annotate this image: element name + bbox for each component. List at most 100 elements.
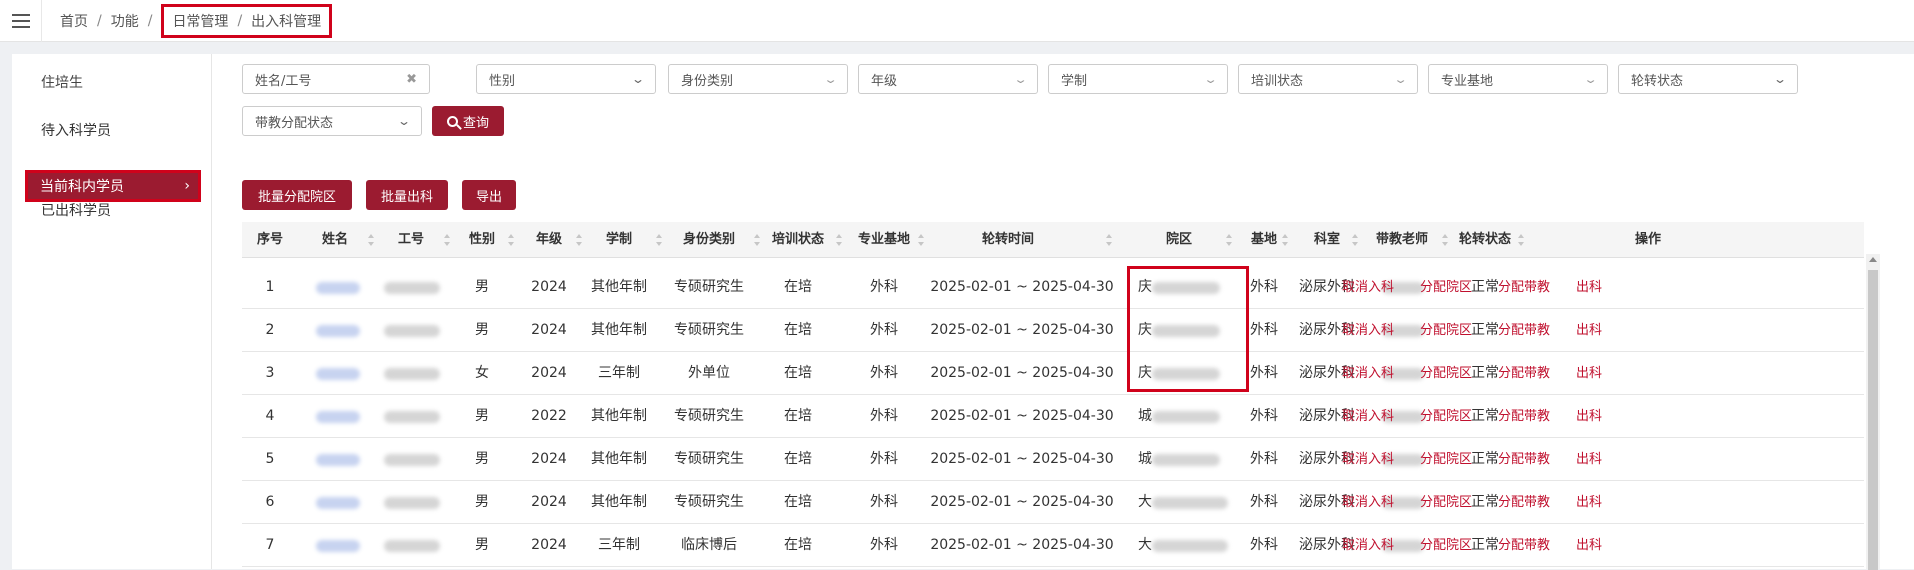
base-select[interactable]: 专业基地 ⌄ [1428,64,1608,94]
sort-icon[interactable] [1518,234,1524,246]
departure-link[interactable]: 出科 [1576,524,1602,567]
scrollbar-thumb[interactable] [1868,270,1878,570]
sidebar-item-pending[interactable]: 待入科学员 [41,120,111,140]
cell-gender: 男 [475,408,489,424]
assign-mentor-link[interactable]: 分配带教 [1498,438,1550,481]
col-header-training[interactable]: 培训状态 [760,222,836,258]
clear-icon[interactable]: ✖ [406,72,417,87]
name-link[interactable] [316,454,360,466]
col-header-id[interactable]: 工号 [376,222,446,258]
cancel-entry-link[interactable]: 取消入科 [1342,352,1394,395]
sort-icon[interactable] [918,234,924,246]
departure-link[interactable]: 出科 [1576,266,1602,309]
hamburger-menu-icon[interactable] [0,0,42,42]
breadcrumb-daily[interactable]: 日常管理 [172,11,228,31]
assign-mentor-link[interactable]: 分配带教 [1498,524,1550,567]
assign-mentor-link[interactable]: 分配带教 [1498,395,1550,438]
assign-mentor-link[interactable]: 分配带教 [1498,352,1550,395]
sort-icon[interactable] [1282,234,1288,246]
sort-icon[interactable] [1352,234,1358,246]
departure-link[interactable]: 出科 [1576,438,1602,481]
name-link[interactable] [316,368,360,380]
name-link[interactable] [316,497,360,509]
name-link[interactable] [316,540,360,552]
system-select[interactable]: 学制 ⌄ [1048,64,1228,94]
assign-campus-link[interactable]: 分配院区 [1420,438,1472,481]
col-header-status[interactable]: 轮转状态 [1450,222,1520,258]
departure-link[interactable]: 出科 [1576,481,1602,524]
identity-select[interactable]: 身份类别 ⌄ [668,64,848,94]
assign-mentor-link[interactable]: 分配带教 [1498,309,1550,352]
cell-grade: 2024 [531,537,567,553]
col-header-mentor[interactable]: 带教老师 [1362,222,1442,258]
table-row[interactable]: 2 男 2024 其他年制 专硕研究生 在培 外科 2025-02-01 ~ 2025-04-… [242,309,1864,352]
name-link[interactable] [316,282,360,294]
query-button[interactable]: 查询 [432,106,504,136]
breadcrumb-home[interactable]: 首页 [60,11,88,31]
batch-departure-button[interactable]: 批量出科 [366,180,448,210]
campus-redacted [1152,454,1220,466]
name-link[interactable] [316,411,360,423]
col-header-dept[interactable]: 科室 [1294,222,1360,258]
name-link[interactable] [316,325,360,337]
departure-link[interactable]: 出科 [1576,395,1602,438]
scroll-up-icon[interactable] [1869,257,1877,262]
sort-icon[interactable] [508,234,514,246]
assign-campus-link[interactable]: 分配院区 [1420,395,1472,438]
col-header-campus[interactable]: 院区 [1124,222,1234,258]
table-row[interactable]: 7 男 2024 三年制 临床博后 在培 外科 2025-02-01 ~ 2025-04-30… [242,524,1864,567]
table-scrollbar[interactable] [1866,254,1880,570]
col-header-grade[interactable]: 年级 [518,222,580,258]
sidebar-item-current[interactable]: 当前科内学员 › [25,170,201,202]
cell-no: 3 [265,365,275,381]
assign-campus-link[interactable]: 分配院区 [1420,309,1472,352]
col-header-name[interactable]: 姓名 [300,222,370,258]
breadcrumb-function[interactable]: 功能 [111,11,139,31]
cell-system: 其他年制 [591,322,647,338]
col-header-base[interactable]: 专业基地 [846,222,922,258]
grade-select[interactable]: 年级 ⌄ [858,64,1038,94]
col-header-gender[interactable]: 性别 [452,222,512,258]
col-header-system[interactable]: 学制 [584,222,654,258]
assign-mentor-link[interactable]: 分配带教 [1498,481,1550,524]
cancel-entry-link[interactable]: 取消入科 [1342,524,1394,567]
sidebar-item-departed[interactable]: 已出科学员 [41,200,111,220]
cell-grade: 2024 [531,365,567,381]
cell-gender: 女 [475,365,489,381]
name-search-input[interactable]: 姓名/工号 ✖ [242,64,430,94]
rotation-status-select[interactable]: 轮转状态 ⌄ [1618,64,1798,94]
sort-icon[interactable] [656,234,662,246]
sort-icon[interactable] [368,234,374,246]
table-row[interactable]: 6 男 2024 其他年制 专硕研究生 在培 外科 2025-02-01 ~ 2025-04-… [242,481,1864,524]
assign-mentor-link[interactable]: 分配带教 [1498,266,1550,309]
col-header-time[interactable]: 轮转时间 [928,222,1088,258]
cancel-entry-link[interactable]: 取消入科 [1342,481,1394,524]
cancel-entry-link[interactable]: 取消入科 [1342,309,1394,352]
cancel-entry-link[interactable]: 取消入科 [1342,395,1394,438]
assign-campus-link[interactable]: 分配院区 [1420,266,1472,309]
departure-link[interactable]: 出科 [1576,309,1602,352]
cell-training: 在培 [784,279,812,295]
sort-icon[interactable] [1226,234,1232,246]
table-row[interactable]: 4 男 2022 其他年制 专硕研究生 在培 外科 2025-02-01 ~ 2025-04-… [242,395,1864,438]
gender-select[interactable]: 性别 ⌄ [476,64,656,94]
departure-link[interactable]: 出科 [1576,352,1602,395]
mentor-status-select[interactable]: 带教分配状态 ⌄ [242,106,422,136]
sort-icon[interactable] [576,234,582,246]
cancel-entry-link[interactable]: 取消入科 [1342,266,1394,309]
assign-campus-link[interactable]: 分配院区 [1420,524,1472,567]
training-status-select[interactable]: 培训状态 ⌄ [1238,64,1418,94]
sort-icon[interactable] [836,234,842,246]
cancel-entry-link[interactable]: 取消入科 [1342,438,1394,481]
table-row[interactable]: 5 男 2024 其他年制 专硕研究生 在培 外科 2025-02-01 ~ 2025-04-… [242,438,1864,481]
sort-icon[interactable] [1106,234,1112,246]
col-header-identity[interactable]: 身份类别 [664,222,754,258]
table-row[interactable]: 3 女 2024 三年制 外单位 在培 外科 2025-02-01 ~ 2025-04-30 外… [242,352,1864,395]
table-row[interactable]: 1 男 2024 其他年制 专硕研究生 在培 外科 2025-02-01 ~ 2025-04-… [242,266,1864,309]
sort-icon[interactable] [1442,234,1448,246]
export-button[interactable]: 导出 [462,180,516,210]
assign-campus-link[interactable]: 分配院区 [1420,481,1472,524]
batch-assign-campus-button[interactable]: 批量分配院区 [242,180,352,210]
assign-campus-link[interactable]: 分配院区 [1420,352,1472,395]
sort-icon[interactable] [444,234,450,246]
